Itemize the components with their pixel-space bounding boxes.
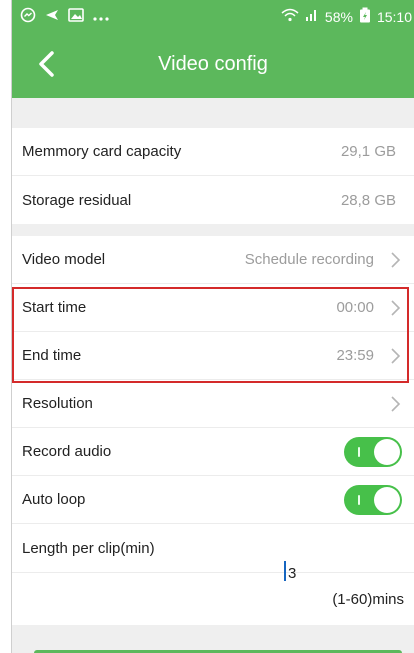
auto-loop-row: Auto loop — [12, 476, 414, 524]
clip-length-row: Length per clip(min) — [12, 524, 414, 573]
signal-icon — [305, 8, 319, 25]
messenger-icon — [20, 7, 36, 26]
storage-residual-value: 28,8 GB — [340, 191, 396, 209]
status-bar: 58% 15:10 — [12, 0, 414, 32]
start-time-value: 00:00 — [336, 299, 374, 316]
battery-icon — [359, 7, 371, 26]
wifi-icon — [281, 8, 299, 25]
end-time-value: 23:59 — [336, 347, 374, 364]
toggle-thumb — [374, 438, 400, 465]
app-header: 58% 15:10 Video config — [12, 0, 414, 98]
auto-loop-toggle[interactable] — [344, 484, 402, 515]
record-audio-toggle[interactable] — [344, 436, 402, 467]
storage-residual-label: Storage residual — [22, 191, 132, 209]
resolution-row[interactable]: Resolution — [12, 380, 414, 428]
section-spacer — [12, 98, 414, 128]
end-time-label: End time — [22, 347, 82, 364]
memory-capacity-label: Memmory card capacity — [22, 143, 182, 160]
chevron-right-icon — [391, 395, 401, 412]
clip-length-input[interactable] — [286, 564, 350, 583]
record-audio-label: Record audio — [22, 443, 112, 460]
toolbar: Video config — [12, 32, 414, 98]
clip-length-label: Length per clip(min) — [22, 539, 155, 557]
gallery-icon — [68, 8, 84, 25]
chevron-right-icon — [391, 299, 401, 316]
clip-range-hint: (1-60)mins — [332, 590, 404, 608]
video-model-row[interactable]: Video model Schedule recording — [12, 236, 414, 284]
storage-residual-row: Storage residual 28,8 GB — [12, 176, 414, 224]
toggle-thumb — [374, 486, 400, 513]
status-left-icons — [20, 7, 110, 26]
footer-area — [12, 625, 414, 653]
clip-range-row: (1-60)mins — [12, 573, 414, 625]
video-model-value: Schedule recording — [244, 251, 374, 268]
send-icon — [44, 7, 60, 26]
memory-capacity-row: Memmory card capacity 29,1 GB — [12, 128, 414, 176]
end-time-row[interactable]: End time 23:59 — [12, 332, 414, 380]
more-notifications-icon — [92, 9, 110, 25]
status-right: 58% 15:10 — [281, 7, 412, 26]
resolution-label: Resolution — [22, 395, 93, 412]
chevron-right-icon — [391, 347, 401, 364]
toggle-on-mark — [358, 446, 360, 457]
section-spacer — [12, 224, 414, 236]
auto-loop-label: Auto loop — [22, 491, 86, 508]
page-title: Video config — [158, 53, 268, 75]
chevron-right-icon — [391, 251, 401, 268]
clock-time: 15:10 — [376, 8, 412, 25]
app-frame: 58% 15:10 Video config Memmory card capa… — [12, 0, 414, 653]
record-audio-row: Record audio — [12, 428, 414, 476]
memory-capacity-value: 29,1 GB — [340, 143, 396, 160]
video-model-label: Video model — [22, 251, 106, 268]
start-time-row[interactable]: Start time 00:00 — [12, 284, 414, 332]
start-time-label: Start time — [22, 299, 87, 316]
battery-percent: 58% — [324, 8, 353, 25]
toggle-on-mark — [358, 494, 360, 505]
